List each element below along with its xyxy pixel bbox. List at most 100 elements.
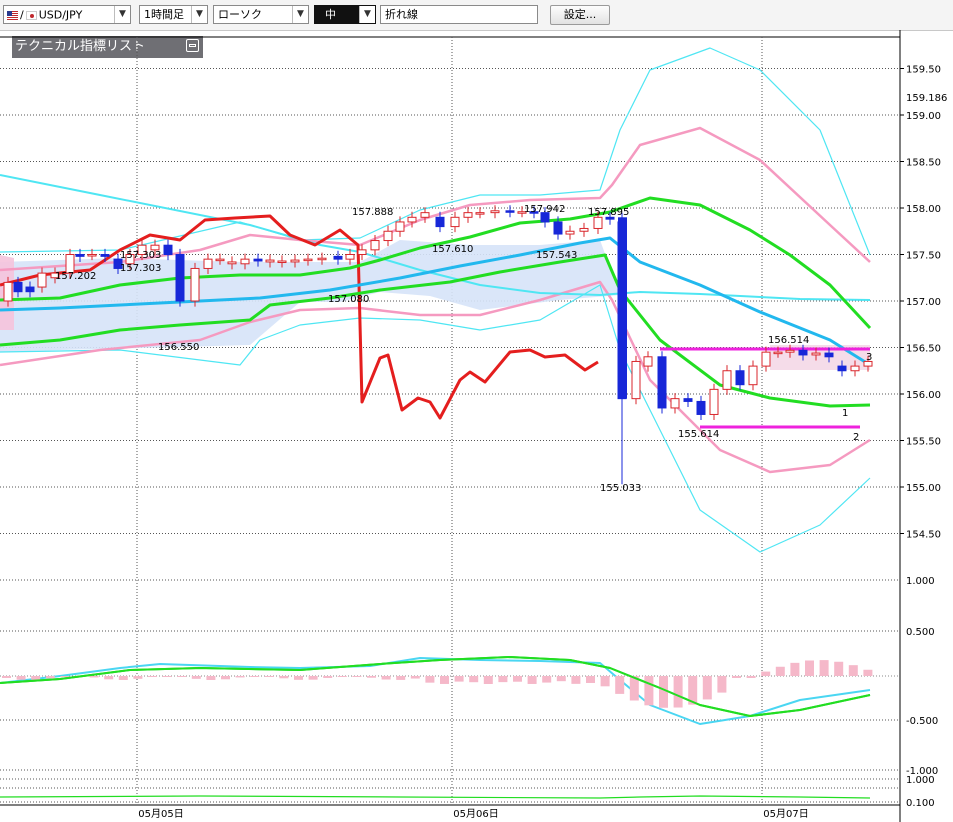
down-candle (683, 398, 693, 402)
indicator-lines (0, 47, 872, 799)
macd-histogram-bar (264, 676, 274, 677)
up-candle (670, 398, 680, 409)
macd-histogram-bar (673, 676, 683, 708)
price-annotation: 156.514 (768, 335, 809, 346)
up-candle (850, 365, 860, 372)
price-tick-label: 159.50 (906, 65, 941, 76)
macd-histogram-bar (148, 676, 157, 677)
down-candle (175, 254, 185, 302)
price-annotation: 157.942 (524, 204, 565, 215)
macd-histogram-bar (396, 676, 406, 680)
macd-histogram-bar (177, 676, 187, 677)
signal-line (0, 656, 871, 717)
macd-histogram-bar (162, 676, 172, 677)
up-candle (87, 254, 97, 257)
signal-line (0, 656, 871, 717)
macd-histogram-bar (542, 676, 552, 683)
up-candle (475, 212, 485, 215)
macd-histogram-bar (118, 676, 128, 680)
price-annotation: 157.888 (352, 207, 393, 218)
macd-histogram-bar (60, 676, 70, 677)
macd-histogram-bar (615, 676, 625, 694)
price-annotation: 157.895 (588, 207, 629, 218)
price-annotation: 156.550 (158, 342, 199, 353)
up-candle (407, 216, 417, 223)
down-candle (163, 244, 173, 255)
price-annotation: 157.543 (536, 250, 577, 261)
up-candle (317, 257, 327, 261)
down-candle (435, 216, 445, 228)
up-candle (357, 249, 367, 256)
macd-histogram-bar (206, 676, 216, 680)
up-candle (240, 258, 250, 265)
price-annotation: 157.610 (432, 244, 473, 255)
price-tick-label: 157.00 (906, 297, 941, 308)
sub-tick-label: 0.100 (906, 798, 935, 809)
macd-histogram-bar (308, 676, 318, 680)
price-tick-label: 158.50 (906, 158, 941, 169)
down-candle (824, 352, 834, 358)
macd-histogram-bar (235, 676, 245, 678)
up-candle (785, 349, 795, 353)
up-candle (303, 258, 313, 262)
price-annotation: 157.080 (328, 294, 369, 305)
price-annotation: 155.033 (600, 483, 641, 494)
up-candle (773, 351, 783, 355)
macd-histogram-bar (732, 676, 741, 678)
line-marker-label: 3 (866, 352, 872, 363)
line-marker-label: 2 (853, 432, 859, 443)
macd-histogram-bar (717, 676, 727, 693)
price-tick-label: 156.50 (906, 344, 941, 355)
macd-histogram-bar (294, 676, 303, 680)
macd-histogram-bar (498, 676, 508, 683)
up-candle (383, 230, 393, 242)
down-candle (505, 210, 515, 213)
price-tick-label: 158.00 (906, 204, 941, 215)
macd-histogram-bar (805, 660, 814, 676)
macd-histogram-bar (469, 676, 479, 683)
macd-histogram-bar (863, 669, 873, 676)
down-candle (100, 254, 110, 257)
price-tick-label: 155.50 (906, 437, 941, 448)
up-candle (345, 254, 355, 260)
macd-histogram-bar (367, 676, 376, 678)
down-candle (837, 365, 847, 372)
up-candle (450, 216, 460, 228)
macd-histogram-bar (221, 676, 230, 680)
down-candle (735, 370, 745, 386)
current-price-label: 159.186 (906, 93, 947, 104)
price-annotation: 155.614 (678, 429, 719, 440)
down-candle (553, 221, 563, 235)
up-candle (463, 212, 473, 218)
price-tick-label: 157.50 (906, 251, 941, 262)
price-tick-label: 154.50 (906, 530, 941, 541)
up-candle (490, 210, 500, 214)
down-candle (13, 281, 23, 293)
macd-histogram-bar (644, 676, 654, 706)
up-candle (761, 351, 771, 367)
up-candle (203, 258, 213, 269)
up-candle (37, 272, 47, 288)
up-candle (395, 221, 405, 232)
price-tick-label: 156.00 (906, 390, 941, 401)
up-candle (227, 261, 237, 265)
up-candle (190, 267, 200, 302)
macd-histogram-bar (337, 676, 347, 677)
macd-histogram-bar (834, 661, 844, 676)
macd-histogram-bar (16, 676, 26, 680)
macd-histogram-bar (600, 676, 610, 687)
up-candle (709, 388, 719, 415)
macd-histogram-bar (746, 676, 756, 678)
date-tick-label: 05月05日 (138, 808, 183, 820)
date-tick-label: 05月07日 (763, 808, 808, 820)
macd-histogram-bar (775, 666, 785, 676)
date-tick-label: 05月06日 (453, 808, 498, 820)
macd-histogram-bar (250, 676, 260, 677)
macd-histogram-bar (819, 660, 829, 676)
macd-histogram-bar (425, 676, 435, 683)
macd-histogram-bar (571, 676, 581, 684)
down-candle (25, 286, 35, 293)
macd-histogram-bar (761, 671, 771, 676)
up-candle (370, 240, 380, 251)
price-chart[interactable]: 159.50 159.00 158.50 158.00 157.50 157.00 156.… (0, 0, 953, 822)
